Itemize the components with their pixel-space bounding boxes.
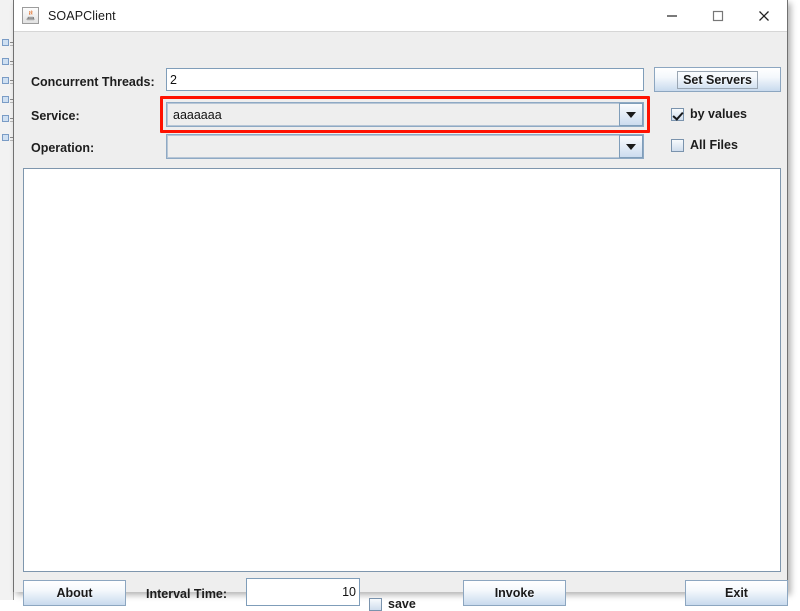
chevron-down-glyph [626, 111, 636, 118]
service-combobox[interactable]: aaaaaaa [166, 102, 644, 127]
tree-node-icon [2, 58, 9, 65]
background-tree-row [1, 34, 13, 53]
window-title: SOAPClient [48, 8, 116, 23]
invoke-button[interactable]: Invoke [463, 580, 566, 606]
chevron-down-icon[interactable] [619, 135, 643, 158]
interval-time-input[interactable]: 10 [246, 578, 360, 606]
save-checkbox-box [369, 597, 382, 611]
background-tree-row [1, 91, 13, 110]
chevron-down-glyph [626, 143, 636, 150]
soapclient-window: SOAPClient Concurrent Threads: 2 Set Ser… [13, 0, 788, 611]
background-tree-row [1, 72, 13, 91]
close-icon[interactable] [741, 0, 787, 31]
title-bar[interactable]: SOAPClient [14, 0, 787, 32]
tree-node-icon [2, 39, 9, 46]
window-controls [649, 0, 787, 31]
operation-combobox-value [167, 135, 619, 158]
save-label: save [388, 597, 416, 611]
interval-time-label: Interval Time: [146, 587, 228, 601]
tree-node-icon [2, 77, 9, 84]
service-label: Service: [31, 109, 80, 123]
save-checkbox[interactable]: save [369, 597, 416, 611]
tree-node-icon [2, 96, 9, 103]
all-files-checkbox-box [671, 138, 684, 152]
concurrent-threads-label: Concurrent Threads: [31, 75, 155, 89]
all-files-checkbox[interactable]: All Files [671, 138, 738, 152]
service-combobox-value: aaaaaaa [167, 103, 619, 126]
tree-node-icon [2, 115, 9, 122]
background-tree-row [1, 110, 13, 129]
tree-node-icon [2, 134, 9, 141]
java-coffee-cup-icon [22, 7, 39, 24]
desktop-background: SOAPClient Concurrent Threads: 2 Set Ser… [0, 0, 800, 611]
background-window-sliver [0, 0, 14, 600]
set-servers-button[interactable]: Set Servers [654, 67, 781, 92]
exit-button[interactable]: Exit [685, 580, 788, 606]
operation-label: Operation: [31, 141, 95, 155]
background-tree-row [1, 53, 13, 72]
by-values-checkbox[interactable]: by values [671, 107, 747, 121]
main-content: Concurrent Threads: 2 Set Servers Servic… [14, 32, 788, 611]
output-panel[interactable] [23, 168, 781, 572]
set-servers-label: Set Servers [677, 70, 758, 89]
chevron-down-icon[interactable] [619, 103, 643, 126]
about-button[interactable]: About [23, 580, 126, 606]
concurrent-threads-input[interactable]: 2 [166, 68, 644, 91]
by-values-checkbox-box [671, 107, 684, 121]
maximize-icon[interactable] [695, 0, 741, 31]
operation-combobox[interactable] [166, 134, 644, 159]
by-values-label: by values [690, 107, 747, 121]
minimize-icon[interactable] [649, 0, 695, 31]
all-files-label: All Files [690, 138, 738, 152]
background-tree-row [1, 129, 13, 148]
